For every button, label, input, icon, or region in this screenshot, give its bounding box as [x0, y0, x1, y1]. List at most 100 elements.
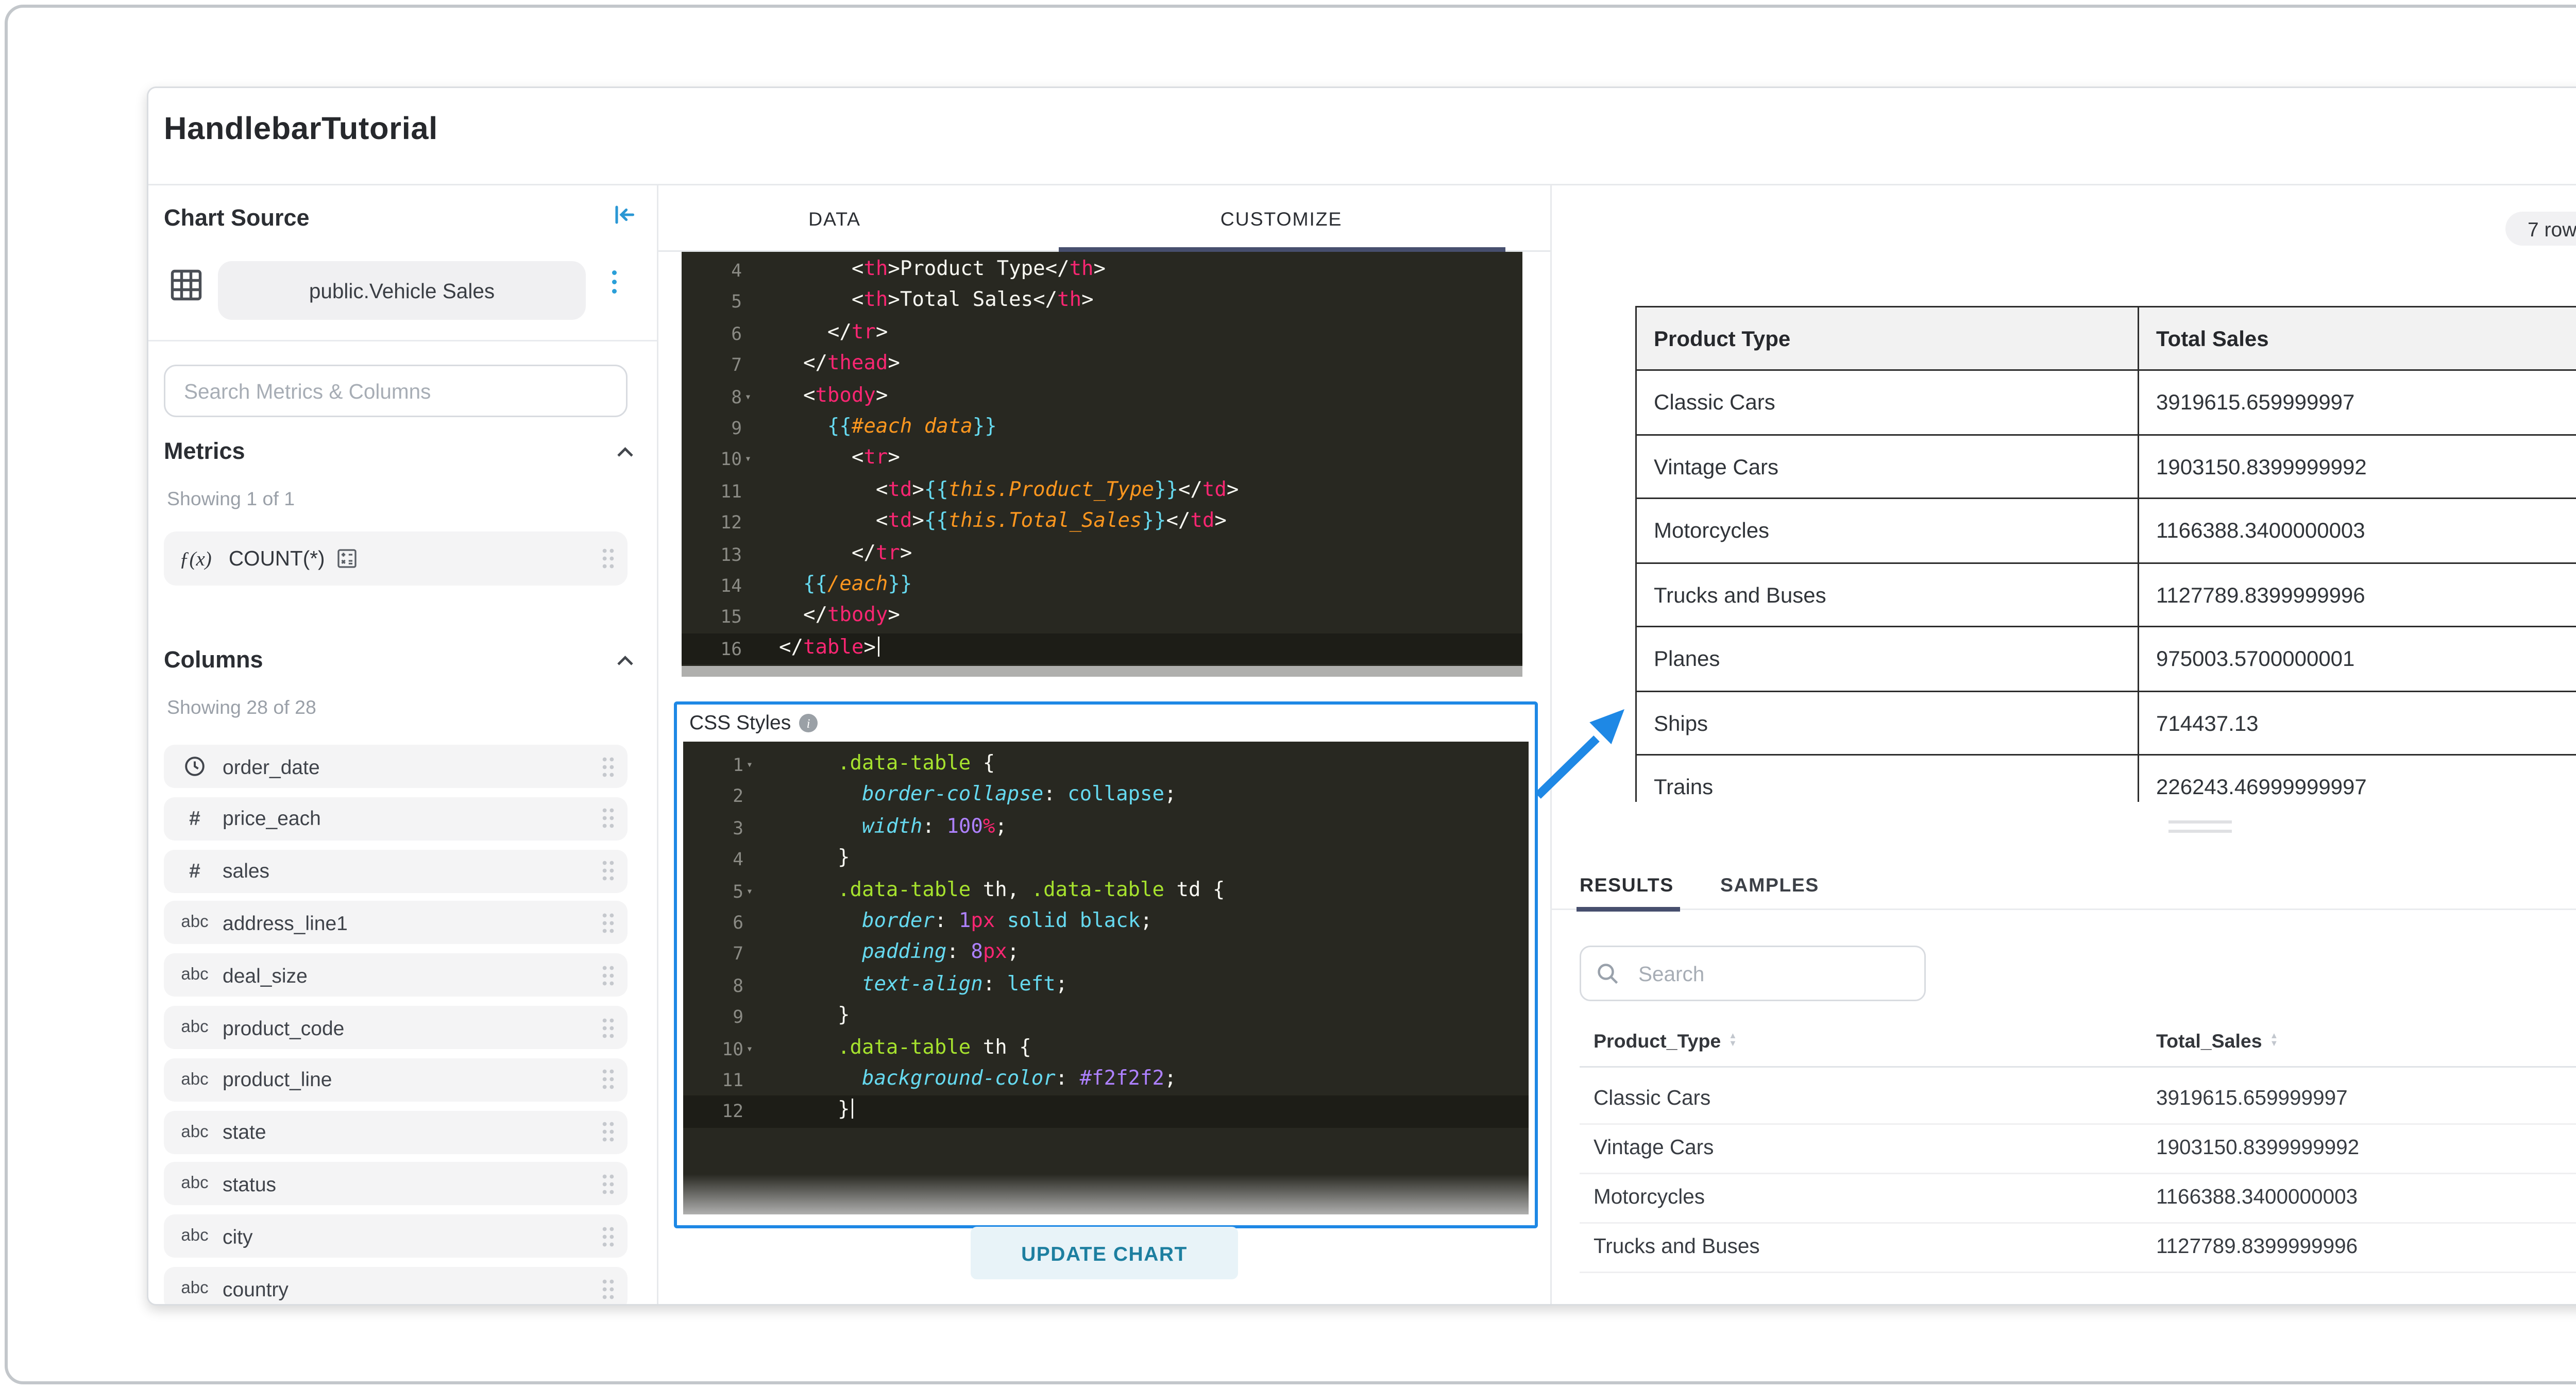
tab-customize[interactable]: CUSTOMIZE [1221, 209, 1342, 230]
code-line-16[interactable]: 16 </table> [682, 633, 1522, 665]
css-styles-editor[interactable]: 1 ▾ .data-table {2 border-collapse: collap… [683, 742, 1529, 1214]
number-type-icon: # [189, 859, 200, 883]
collapse-sidebar-icon[interactable] [612, 202, 637, 227]
results-row-classic-cars[interactable]: Classic Cars 3919615.659999997 [1580, 1074, 2576, 1125]
search-input[interactable] [165, 379, 626, 403]
screenshot-root: HandlebarTutorial SAVE ••• Chart Source … [0, 0, 2576, 1389]
editor-horizontal-scrollbar[interactable] [682, 666, 1522, 677]
column-item-price_each[interactable]: # price_each [164, 797, 628, 841]
code-line-14[interactable]: 14 {{/each}} [682, 570, 1522, 602]
drag-handle-icon[interactable] [601, 1068, 615, 1091]
code-line-12[interactable]: 12 <td>{{this.Total_Sales}}</td> [682, 507, 1522, 538]
code-line-2[interactable]: 2 border-collapse: collapse; [683, 781, 1529, 812]
code-line-6[interactable]: 6 </tr> [682, 318, 1522, 349]
results-search[interactable] [1580, 946, 1930, 1001]
results-row-trucks-and-buses[interactable]: Trucks and Buses 1127789.8399999996 [1580, 1222, 2576, 1273]
code-line-11[interactable]: 11 <td>{{this.Product_Type}}</td> [682, 475, 1522, 507]
preview-table-row: Motorcycles 1166388.3400000003 [1635, 498, 2576, 563]
page-title: HandlebarTutorial [164, 111, 438, 147]
code-line-10[interactable]: 10 ▾ <tr> [682, 444, 1522, 475]
preview-table-row: Ships 714437.13 [1635, 690, 2576, 756]
drag-handle-icon[interactable] [601, 1016, 615, 1039]
sort-icon[interactable]: ▲ ▼ [1728, 1033, 1737, 1048]
text-type-icon: abc [181, 1070, 209, 1089]
tab-samples[interactable]: SAMPLES [1720, 874, 1819, 896]
tab-results[interactable]: RESULTS [1580, 874, 1674, 896]
code-line-8[interactable]: 8 text-align: left; [683, 970, 1529, 1001]
annotation-arrow [1535, 709, 1624, 799]
column-item-deal_size[interactable]: abc deal_size [164, 953, 628, 997]
code-line-5[interactable]: 5 <th>Total Sales</th> [682, 286, 1522, 318]
calculator-icon[interactable] [337, 548, 358, 569]
code-line-9[interactable]: 9} [683, 1001, 1529, 1033]
metrics-collapse-chevron-icon[interactable] [617, 447, 634, 457]
code-line-5[interactable]: 5 ▾ .data-table th, .data-table td { [683, 876, 1529, 907]
update-chart-button[interactable]: UPDATE CHART [971, 1227, 1238, 1279]
app-window: HandlebarTutorial SAVE ••• Chart Source … [147, 87, 2576, 1306]
metric-item-count[interactable]: ƒ(x) COUNT(*) [164, 531, 628, 586]
code-line-4[interactable]: 4 <th>Product Type</th> [682, 255, 1522, 286]
drag-handle-icon[interactable] [601, 547, 615, 570]
source-kebab-menu-icon[interactable] [609, 267, 620, 296]
code-line-1[interactable]: 1 ▾ .data-table { [683, 749, 1529, 781]
clock-icon [176, 756, 213, 777]
code-line-15[interactable]: 15 </tbody> [682, 602, 1522, 633]
column-item-state[interactable]: abc state [164, 1110, 628, 1154]
column-item-sales[interactable]: # sales [164, 849, 628, 893]
column-item-order_date[interactable]: order_date [164, 745, 628, 788]
code-line-10[interactable]: 10 ▾ .data-table th { [683, 1033, 1529, 1065]
chart-source-title: Chart Source [164, 205, 310, 232]
drag-handle-icon[interactable] [601, 1225, 615, 1248]
code-line-13[interactable]: 13 </tr> [682, 539, 1522, 570]
drag-handle-icon[interactable] [601, 859, 615, 882]
results-header-total-sales[interactable]: Total_Sales ▲ ▼ [2156, 1031, 2278, 1052]
header-divider [148, 184, 2576, 185]
drag-handle-icon[interactable] [601, 912, 615, 935]
code-line-3[interactable]: 3 width: 100%; [683, 812, 1529, 844]
tab-data[interactable]: DATA [808, 209, 861, 230]
drag-handle-icon[interactable] [601, 1277, 615, 1300]
column-item-country[interactable]: abc country [164, 1267, 628, 1304]
column-item-product_code[interactable]: abc product_code [164, 1006, 628, 1049]
metrics-columns-search[interactable] [164, 365, 628, 417]
function-icon: ƒ(x) [179, 546, 212, 570]
preview-table-row: Trucks and Buses 1127789.8399999996 [1635, 561, 2576, 627]
code-line-8[interactable]: 8 ▾ <tbody> [682, 381, 1522, 413]
column-item-address_line1[interactable]: abc address_line1 [164, 901, 628, 945]
results-row-vintage-cars[interactable]: Vintage Cars 1903150.8399999992 [1580, 1123, 2576, 1174]
drag-handle-icon[interactable] [601, 1173, 615, 1196]
code-line-11[interactable]: 11 background-color: #f2f2f2; [683, 1065, 1529, 1096]
code-line-7[interactable]: 7 padding: 8px; [683, 938, 1529, 970]
results-search-input[interactable] [1620, 962, 1930, 985]
results-header-product-type[interactable]: Product_Type ▲ ▼ [1594, 1031, 1737, 1052]
results-tab-divider [1550, 908, 2576, 910]
drag-handle-icon[interactable] [601, 964, 615, 987]
active-tab-indicator [1059, 246, 1505, 252]
rendered-chart-table: Product Type Total Sales Classic Cars 39196… [1635, 306, 2576, 802]
data-source-pill[interactable]: public.Vehicle Sales [218, 261, 586, 320]
drag-handle-icon[interactable] [601, 1120, 615, 1143]
table-scroll-hint[interactable] [2168, 820, 2232, 837]
columns-collapse-chevron-icon[interactable] [617, 655, 634, 666]
drag-handle-icon[interactable] [601, 807, 615, 830]
column-item-city[interactable]: abc city [164, 1214, 628, 1258]
preview-row-count-badge: 7 rows [2505, 212, 2576, 246]
drag-handle-icon[interactable] [601, 755, 615, 778]
preview-table-row: Classic Cars 3919615.659999997 [1635, 369, 2576, 435]
code-line-6[interactable]: 6 border: 1px solid black; [683, 907, 1529, 938]
css-styles-annotation-box: CSS Styles i 1 ▾ .data-table {2 border-col… [674, 701, 1538, 1228]
sort-icon[interactable]: ▲ ▼ [2270, 1033, 2278, 1048]
sidebar-divider [657, 184, 658, 1304]
column-item-status[interactable]: abc status [164, 1162, 628, 1206]
table-grid-icon [171, 269, 202, 301]
code-line-9[interactable]: 9 {{#each data}} [682, 413, 1522, 444]
handlebars-template-editor[interactable]: 4 <th>Product Type</th> 5 <th>Total Sales… [682, 252, 1522, 677]
code-line-12[interactable]: 12} [683, 1095, 1529, 1128]
info-icon[interactable]: i [799, 713, 818, 732]
text-type-icon: abc [181, 1175, 209, 1194]
results-active-tab-indicator [1577, 906, 1680, 911]
column-item-product_line[interactable]: abc product_line [164, 1058, 628, 1102]
code-line-4[interactable]: 4} [683, 844, 1529, 876]
code-line-7[interactable]: 7 </thead> [682, 350, 1522, 381]
results-row-motorcycles[interactable]: Motorcycles 1166388.3400000003 [1580, 1173, 2576, 1224]
